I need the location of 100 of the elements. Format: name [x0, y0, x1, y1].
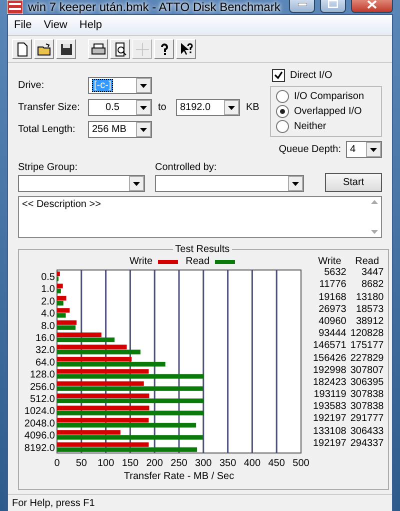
- axis-label: 2.0: [41, 296, 55, 308]
- axis-label: 4.0: [41, 308, 55, 320]
- tick-label: 300: [195, 458, 212, 469]
- axis-label: 8192.0: [24, 442, 55, 454]
- toolbar-button[interactable]: [110, 39, 130, 59]
- table-cell: 182423: [313, 376, 346, 390]
- menu-item[interactable]: View: [44, 19, 68, 31]
- tick-label: 100: [97, 458, 114, 469]
- table-cell-text: 19168: [318, 292, 346, 304]
- table-cell: 307807: [350, 364, 384, 377]
- table-cell: 120828: [350, 328, 384, 340]
- field-label: Controlled by:: [155, 162, 218, 173]
- table-cell: 192998: [313, 364, 346, 377]
- field-label: Total Length:: [18, 124, 76, 135]
- maximize-icon: [328, 0, 338, 8]
- radio-label: Neither: [294, 121, 326, 132]
- table-cell: 146571: [313, 340, 346, 352]
- caret-icon: [228, 106, 235, 110]
- axis-label: 1024.0: [24, 406, 55, 418]
- open-folder-icon: [36, 42, 52, 56]
- window-title: win 7 keeper után.bmk - ATTO Disk Benchmark: [28, 0, 282, 14]
- legend-label: Write: [129, 256, 153, 267]
- table-cell: 133108: [313, 426, 346, 438]
- axis-label: 32.0: [36, 345, 55, 356]
- radio-button[interactable]: [276, 105, 289, 118]
- caret-icon: [370, 148, 377, 152]
- menu-item[interactable]: File: [14, 19, 32, 31]
- panel-title: Test Results: [174, 244, 231, 255]
- field-label: Queue Depth:: [278, 144, 341, 155]
- close-button[interactable]: [351, 0, 393, 13]
- caret-icon: [292, 182, 299, 186]
- print-preview-icon: [112, 42, 128, 56]
- move-arrows-icon: [134, 42, 150, 56]
- caret-icon: [140, 106, 147, 110]
- axis-title: Transfer Rate - MB / Sec: [124, 471, 234, 482]
- toolbar-button[interactable]: [56, 39, 76, 59]
- axis-label: 128.0: [30, 370, 55, 381]
- radio-label: Overlapped I/O: [294, 106, 362, 117]
- table-cell: 156426: [313, 352, 346, 365]
- menu-item[interactable]: Help: [79, 19, 102, 31]
- tick-label: 50: [76, 458, 87, 469]
- table-cell: 193583: [313, 401, 346, 414]
- tick-label: 500: [292, 458, 310, 469]
- table-cell: 307838: [350, 389, 384, 402]
- axis-label: 0.5: [41, 272, 55, 283]
- checkbox-label: Direct I/O: [290, 70, 332, 81]
- radio-button[interactable]: [276, 90, 289, 103]
- stripe-group-dropdown[interactable]: [18, 175, 145, 192]
- minimize-icon: [298, 2, 306, 6]
- unit-label: KB: [246, 102, 260, 113]
- table-cell: 307838: [350, 401, 384, 414]
- toolbar-button[interactable]: [88, 39, 108, 59]
- table-cell: 192197: [313, 438, 346, 450]
- radio-button[interactable]: [276, 120, 289, 133]
- table-cell: 193119: [313, 389, 346, 402]
- tick-label: 450: [268, 458, 285, 469]
- scroll-down-icon: [370, 230, 378, 234]
- field-label: Transfer Size:: [18, 102, 81, 113]
- tick-label: 350: [219, 458, 236, 469]
- minimize-button[interactable]: [289, 0, 315, 13]
- axis-label: 2048.0: [24, 418, 55, 430]
- status-text: For Help, press F1: [12, 498, 95, 508]
- toolbar-button[interactable]: [34, 39, 54, 59]
- table-cell-text: 8682: [360, 279, 384, 292]
- toolbar-button[interactable]: [176, 39, 196, 59]
- table-cell: 306395: [350, 376, 384, 390]
- table-cell-text: 13180: [354, 292, 384, 304]
- direct-io-checkbox[interactable]: [272, 69, 285, 82]
- table-cell-text: 93444: [318, 328, 346, 340]
- tick-label: 0: [54, 458, 60, 469]
- table-cell: 294337: [350, 438, 384, 450]
- size-to-dropdown[interactable]: 8192.0: [176, 99, 240, 116]
- caret-icon: [133, 182, 140, 186]
- caret-icon: [140, 84, 147, 88]
- close-icon: [367, 0, 377, 8]
- table-cell: 291777: [350, 413, 384, 426]
- description-field[interactable]: << Description >>: [18, 196, 382, 238]
- axis-label: 1.0: [41, 284, 55, 296]
- axis-label: 16.0: [36, 333, 55, 344]
- start-button[interactable]: Start: [325, 173, 382, 192]
- caret-icon: [140, 128, 147, 132]
- printer-icon: [90, 42, 106, 56]
- table-cell-text: 26973: [318, 304, 346, 316]
- column-header: Read: [354, 255, 380, 268]
- axis-label: 8.0: [41, 320, 55, 332]
- toolbar-button[interactable]: [12, 39, 32, 59]
- toolbar-button[interactable]: [154, 39, 174, 59]
- queue-depth-dropdown[interactable]: 4: [346, 141, 382, 158]
- size-from-dropdown[interactable]: 0.5: [88, 99, 152, 116]
- new-document-icon: [14, 42, 30, 56]
- app-icon: [7, 0, 23, 14]
- table-cell: 175177: [350, 340, 384, 352]
- column-header: Write: [317, 255, 342, 268]
- table-cell-text: 38912: [354, 316, 384, 328]
- maximize-button[interactable]: [320, 0, 346, 13]
- length-dropdown[interactable]: 256 MB: [88, 121, 152, 138]
- controlled-by-dropdown[interactable]: [155, 175, 304, 192]
- pointer-question-icon: [178, 42, 194, 56]
- table-cell: 306433: [350, 426, 384, 438]
- axis-label: 512.0: [30, 394, 55, 405]
